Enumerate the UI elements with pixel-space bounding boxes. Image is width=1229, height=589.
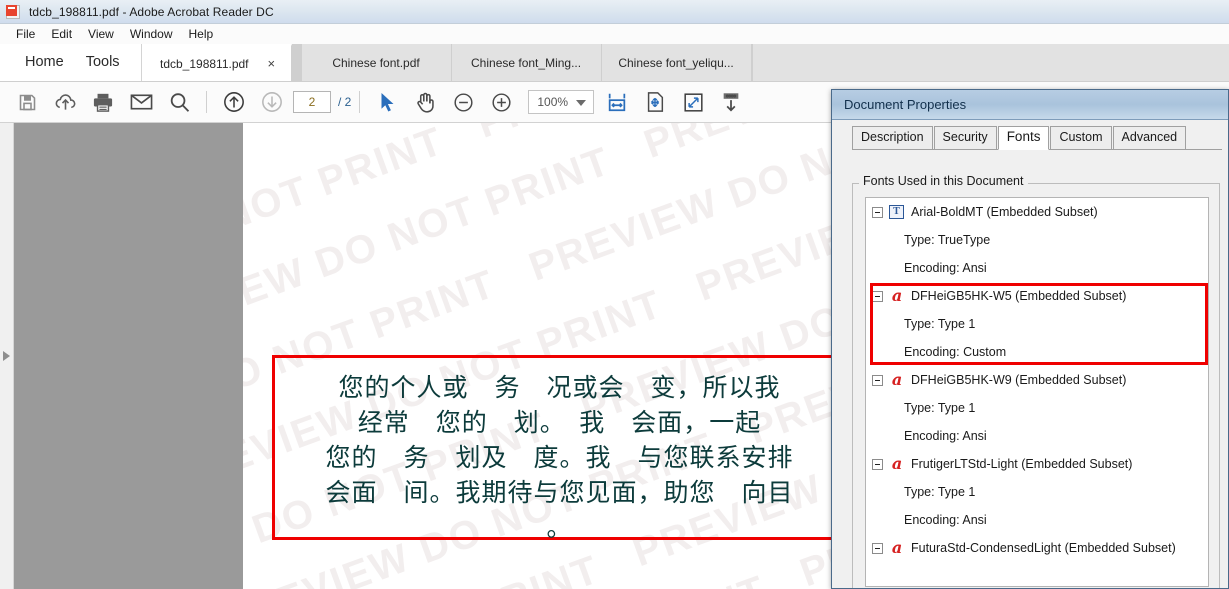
font-type-label: Type: TrueType	[904, 233, 991, 247]
chevron-down-icon[interactable]	[576, 100, 587, 106]
dialog-tab-bar: Description Security Fonts Custom Advanc…	[852, 125, 1222, 150]
title-bar: tdcb_198811.pdf - Adobe Acrobat Reader D…	[0, 0, 1229, 24]
page-total-label: / 2	[338, 95, 352, 109]
fit-page-icon[interactable]	[638, 86, 672, 118]
cursor-arrow-icon[interactable]	[370, 86, 404, 118]
font-list-item[interactable]: a DFHeiGB5HK-W9 (Embedded Subset)	[866, 366, 1208, 394]
document-body-text: 您的个人或 务 况或会 变，所以我 经常 您的 划。 我 会面，一起 您的 务 …	[325, 373, 794, 542]
cloud-upload-icon[interactable]	[48, 86, 82, 118]
tab-strip: Home Tools tdcb_198811.pdf × Chinese fon…	[0, 44, 1229, 82]
window-title: tdcb_198811.pdf - Adobe Acrobat Reader D…	[29, 4, 274, 19]
font-name-label: Arial-BoldMT (Embedded Subset)	[911, 205, 1098, 219]
font-encoding-label: Encoding: Ansi	[904, 261, 987, 275]
hand-icon[interactable]	[408, 86, 442, 118]
type1-font-icon: a	[891, 370, 903, 389]
font-encoding-label: Encoding: Ansi	[904, 513, 987, 527]
collapse-icon[interactable]	[872, 206, 883, 218]
font-encoding-label: Encoding: Ansi	[904, 429, 987, 443]
collapse-icon[interactable]	[872, 542, 883, 554]
dialog-title: Document Properties	[832, 90, 1228, 120]
tab-advanced[interactable]: Advanced	[1112, 126, 1187, 149]
menu-bar: File Edit View Window Help	[0, 24, 1229, 44]
menu-help[interactable]: Help	[181, 24, 222, 44]
document-tab-chinese-font[interactable]: Chinese font.pdf	[301, 44, 452, 81]
minus-circle-icon[interactable]	[446, 86, 480, 118]
toolbar-separator	[359, 91, 361, 113]
font-list-item[interactable]: T Arial-BoldMT (Embedded Subset)	[866, 198, 1208, 226]
document-tab-label: Chinese font_Ming...	[471, 55, 582, 70]
document-tab-label: Chinese font.pdf	[332, 55, 420, 70]
font-name-label: DFHeiGB5HK-W9 (Embedded Subset)	[911, 373, 1127, 387]
font-encoding-row: Encoding: Ansi	[866, 506, 1208, 534]
close-icon[interactable]: ×	[263, 55, 281, 72]
menu-file[interactable]: File	[8, 24, 43, 44]
document-tab-chinese-font-ming[interactable]: Chinese font_Ming...	[451, 44, 602, 81]
tab-gap	[291, 44, 302, 81]
envelope-icon[interactable]	[124, 86, 158, 118]
plus-circle-icon[interactable]	[484, 86, 518, 118]
chevron-right-icon	[3, 351, 10, 361]
font-encoding-row: Encoding: Ansi	[866, 422, 1208, 450]
font-list-item[interactable]: a FuturaStd-CondensedLight (Embedded Sub…	[866, 534, 1208, 562]
menu-edit[interactable]: Edit	[43, 24, 80, 44]
font-list-item[interactable]: a DFHeiGB5HK-W5 (Embedded Subset)	[866, 282, 1208, 310]
tools-button[interactable]: Tools	[75, 44, 131, 81]
zoom-level-value: 100%	[537, 95, 569, 109]
document-tab-label: tdcb_198811.pdf	[159, 56, 249, 71]
font-name-label: DFHeiGB5HK-W5 (Embedded Subset)	[911, 289, 1127, 303]
fonts-used-group: Fonts Used in this Document T Arial-Bold…	[852, 174, 1220, 588]
fonts-group-label: Fonts Used in this Document	[859, 174, 1028, 188]
navigation-pane-toggle[interactable]	[0, 123, 14, 589]
font-encoding-row: Encoding: Custom	[866, 338, 1208, 366]
font-type-row: Type: Type 1	[866, 394, 1208, 422]
printer-icon[interactable]	[86, 86, 120, 118]
collapse-icon[interactable]	[872, 374, 883, 386]
pdf-document-icon	[6, 4, 22, 20]
zoom-level-select[interactable]: 100%	[528, 90, 595, 114]
tab-strip-filler	[751, 44, 1229, 81]
font-name-label: FrutigerLTStd-Light (Embedded Subset)	[911, 457, 1133, 471]
font-type-row: Type: Type 1	[866, 310, 1208, 338]
expand-arrows-icon[interactable]	[676, 86, 710, 118]
menu-window[interactable]: Window	[122, 24, 181, 44]
scroll-down-icon[interactable]	[714, 86, 748, 118]
tab-fonts[interactable]: Fonts	[997, 126, 1050, 150]
menu-view[interactable]: View	[80, 24, 122, 44]
save-button[interactable]	[10, 86, 44, 118]
document-tab-chinese-font-yeliqu[interactable]: Chinese font_yeliqu...	[601, 44, 752, 81]
font-name-label: FuturaStd-CondensedLight (Embedded Subse…	[911, 541, 1176, 555]
arrow-up-circle-icon[interactable]	[217, 86, 251, 118]
dialog-body: Description Security Fonts Custom Advanc…	[832, 121, 1228, 588]
type1-font-icon: a	[891, 286, 903, 305]
font-type-label: Type: Type 1	[904, 485, 976, 499]
tab-description[interactable]: Description	[852, 126, 933, 149]
font-list-item[interactable]: a FrutigerLTStd-Light (Embedded Subset)	[866, 450, 1208, 478]
home-tools-group: Home Tools	[0, 44, 142, 81]
collapse-icon[interactable]	[872, 458, 883, 470]
search-icon[interactable]	[162, 86, 196, 118]
fit-width-icon[interactable]	[600, 86, 634, 118]
type1-font-icon: a	[891, 454, 903, 473]
arrow-down-circle-icon[interactable]	[255, 86, 289, 118]
font-type-row: Type: Type 1	[866, 478, 1208, 506]
font-list[interactable]: T Arial-BoldMT (Embedded Subset) Type: T…	[865, 197, 1209, 587]
toolbar-separator	[206, 91, 207, 113]
font-encoding-label: Encoding: Custom	[904, 345, 1007, 359]
document-tab-active[interactable]: tdcb_198811.pdf ×	[141, 44, 292, 81]
font-type-label: Type: Type 1	[904, 401, 976, 415]
collapse-icon[interactable]	[872, 290, 883, 302]
font-type-label: Type: Type 1	[904, 317, 976, 331]
type1-font-icon: a	[891, 538, 903, 557]
font-encoding-row: Encoding: Ansi	[866, 254, 1208, 282]
font-type-row: Type: TrueType	[866, 226, 1208, 254]
document-properties-dialog[interactable]: Document Properties Description Security…	[831, 89, 1229, 589]
page-number-value: 2	[308, 95, 316, 109]
truetype-font-icon: T	[889, 205, 904, 219]
document-tab-label: Chinese font_yeliqu...	[618, 55, 734, 70]
tab-security[interactable]: Security	[933, 126, 997, 149]
tab-custom[interactable]: Custom	[1050, 126, 1112, 149]
acrobat-reader-window: tdcb_198811.pdf - Adobe Acrobat Reader D…	[0, 0, 1229, 589]
home-button[interactable]: Home	[14, 44, 75, 81]
page-number-input[interactable]: 2	[293, 91, 331, 113]
